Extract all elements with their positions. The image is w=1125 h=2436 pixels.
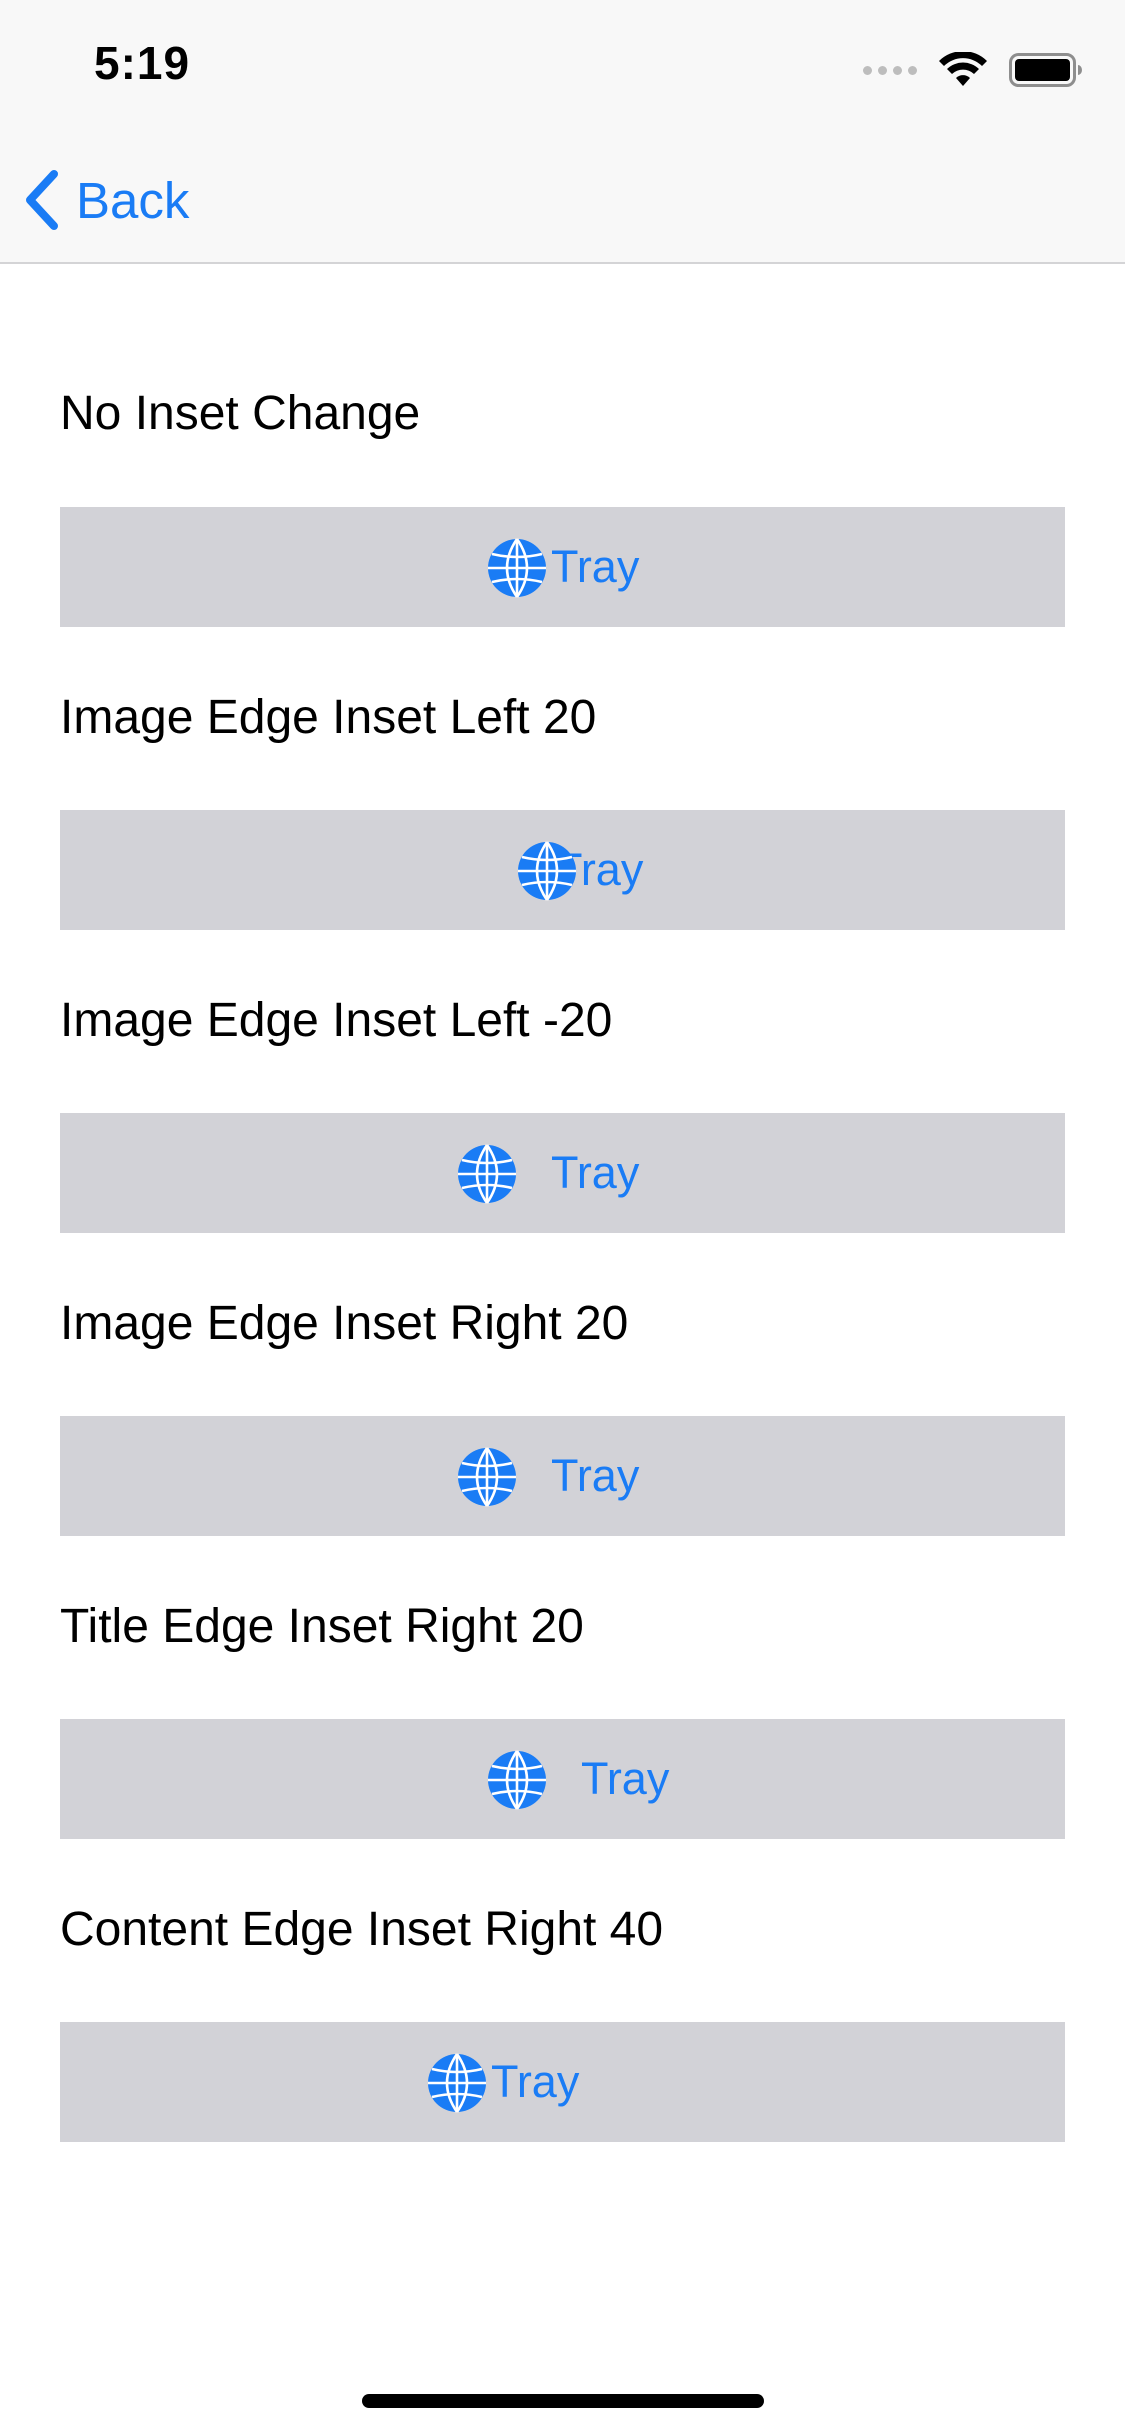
tray-button-title-inset-right-20[interactable]: Tray bbox=[60, 1719, 1065, 1839]
tray-button-image-inset-left-20[interactable]: Tray bbox=[60, 810, 1065, 930]
back-label: Back bbox=[76, 171, 190, 229]
wifi-icon bbox=[939, 52, 987, 86]
status-icons bbox=[863, 50, 1083, 90]
section-label-image-inset-left-20: Image Edge Inset Left 20 bbox=[60, 691, 597, 744]
chevron-left-icon bbox=[26, 170, 58, 230]
button-title: Tray bbox=[491, 2056, 580, 2107]
globe-icon bbox=[488, 538, 546, 598]
button-title: Tray bbox=[581, 1753, 670, 1804]
section-label-image-inset-left-minus-20: Image Edge Inset Left -20 bbox=[60, 994, 613, 1047]
button-title: Tray bbox=[551, 1450, 640, 1501]
tray-button-image-inset-right-20[interactable]: Tray bbox=[60, 1416, 1065, 1536]
status-bar: 5:19 bbox=[0, 0, 1125, 132]
battery-icon bbox=[1009, 53, 1082, 87]
status-time: 5:19 bbox=[94, 37, 191, 89]
home-indicator[interactable] bbox=[362, 2394, 764, 2408]
cellular-signal-icon bbox=[863, 65, 917, 75]
section-label-content-inset-right-40: Content Edge Inset Right 40 bbox=[60, 1903, 664, 1956]
button-title: Tray bbox=[551, 541, 640, 592]
globe-icon bbox=[458, 1447, 516, 1507]
globe-icon bbox=[458, 1144, 516, 1204]
section-label-image-inset-right-20: Image Edge Inset Right 20 bbox=[60, 1297, 629, 1350]
globe-icon bbox=[518, 841, 576, 901]
section-label-no-inset-change: No Inset Change bbox=[60, 387, 421, 440]
navigation-bar: Back bbox=[0, 132, 1125, 264]
back-button[interactable]: Back bbox=[24, 168, 189, 232]
tray-button-image-inset-left-minus-20[interactable]: Tray bbox=[60, 1113, 1065, 1233]
tray-button-content-inset-right-40[interactable]: Tray bbox=[60, 2022, 1065, 2142]
globe-icon bbox=[428, 2053, 486, 2113]
section-label-title-inset-right-20: Title Edge Inset Right 20 bbox=[60, 1600, 584, 1653]
globe-icon bbox=[488, 1750, 546, 1810]
tray-button-no-inset[interactable]: Tray bbox=[60, 507, 1065, 627]
button-title: Tray bbox=[551, 1147, 640, 1198]
